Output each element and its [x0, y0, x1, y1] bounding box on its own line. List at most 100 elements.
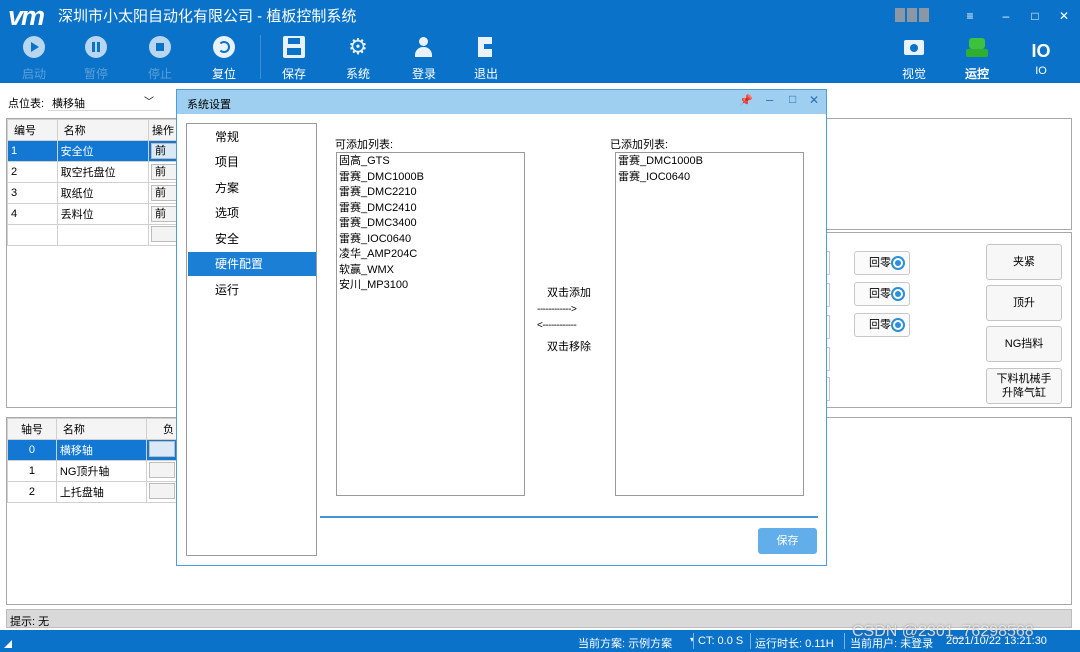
- content-divider: [320, 516, 818, 518]
- exit-button[interactable]: 退出: [462, 35, 510, 81]
- list-item[interactable]: 雷赛_DMC2410: [339, 201, 522, 217]
- clamp-button[interactable]: 夹紧: [986, 244, 1062, 280]
- minimize-icon[interactable]: –: [766, 92, 773, 107]
- move-button[interactable]: 前: [151, 164, 177, 180]
- login-button[interactable]: 登录: [400, 35, 448, 81]
- nav-general[interactable]: 常规: [188, 125, 316, 149]
- pin-icon[interactable]: 📌: [739, 94, 753, 107]
- available-list[interactable]: 固高_GTS 雷赛_DMC1000B 雷赛_DMC2210 雷赛_DMC2410…: [336, 152, 525, 496]
- table-row[interactable]: 2 上托盘轴: [7, 481, 178, 503]
- list-item[interactable]: 雷赛_IOC0640: [618, 170, 801, 186]
- jog-negative-button[interactable]: [149, 461, 175, 478]
- row-name: NG顶升轴: [55, 460, 148, 482]
- maximize-button[interactable]: □: [1025, 8, 1045, 24]
- jog-negative-button[interactable]: [149, 482, 175, 499]
- nav-scheme[interactable]: 方案: [188, 176, 316, 200]
- dialog-title: 系统设置: [187, 99, 231, 111]
- move-button[interactable]: 前: [151, 185, 177, 201]
- camera-icon: [903, 36, 925, 58]
- row-name: 安全位: [56, 140, 150, 162]
- window-thumbnails-icon[interactable]: [895, 8, 931, 22]
- divider: [750, 633, 751, 649]
- row-id: 2: [7, 161, 58, 183]
- vision-button[interactable]: 视觉: [890, 35, 938, 81]
- row-id: 4: [7, 203, 58, 225]
- start-button[interactable]: 启动: [10, 35, 58, 81]
- pause-label: 暂停: [83, 67, 108, 81]
- user-lock-icon: [413, 36, 435, 58]
- home-label: 回零: [869, 257, 891, 269]
- nav-runtime[interactable]: 运行: [188, 278, 316, 302]
- dialog-save-button[interactable]: 保存: [758, 528, 817, 554]
- move-button[interactable]: 前: [151, 143, 177, 159]
- list-item[interactable]: 软赢_WMX: [339, 263, 522, 279]
- reset-button[interactable]: 复位: [200, 35, 248, 81]
- list-item[interactable]: 雷赛_DMC2210: [339, 185, 522, 201]
- move-button[interactable]: [151, 225, 177, 242]
- list-item[interactable]: 雷赛_IOC0640: [339, 232, 522, 248]
- divider: [844, 633, 845, 649]
- menu-icon[interactable]: ≡: [960, 8, 980, 24]
- nav-hardware-config[interactable]: 硬件配置: [188, 252, 316, 276]
- io-button[interactable]: IO IO: [1017, 35, 1065, 81]
- save-button[interactable]: 保存: [270, 35, 318, 81]
- table-row[interactable]: 4 丢料位 前: [7, 203, 178, 225]
- runtime: 运行时长: 0.11H: [755, 638, 834, 650]
- system-label: 系统: [345, 67, 370, 81]
- row-name: 取空托盘位: [56, 161, 150, 183]
- column-header: 编号: [7, 119, 58, 141]
- list-item[interactable]: 凌华_AMP204C: [339, 247, 522, 263]
- save-icon: [283, 36, 305, 58]
- table-row-empty[interactable]: [7, 224, 178, 246]
- save-label: 保存: [281, 67, 306, 81]
- table-row[interactable]: 3 取纸位 前: [7, 182, 178, 204]
- jog-negative-button[interactable]: [149, 440, 175, 457]
- home-button-2[interactable]: 回零: [854, 282, 910, 306]
- unload-robot-cylinder-button[interactable]: 下料机械手 升降气缸: [986, 368, 1062, 404]
- list-item[interactable]: 雷赛_DMC3400: [339, 216, 522, 232]
- minimize-button[interactable]: –: [996, 8, 1016, 24]
- maximize-icon[interactable]: □: [789, 92, 796, 106]
- added-list[interactable]: 雷赛_DMC1000B 雷赛_IOC0640: [615, 152, 804, 496]
- list-item[interactable]: 安川_MP3100: [339, 278, 522, 294]
- home-button-3[interactable]: 回零: [854, 313, 910, 337]
- table-row[interactable]: 0 横移轴: [7, 439, 178, 461]
- system-settings-dialog: 系统设置 📌 – □ ✕ 常规 项目 方案 选项 安全 硬件配置 运行 可添加列…: [176, 89, 827, 566]
- nav-project[interactable]: 项目: [188, 150, 316, 174]
- add-hint: 双击添加: [547, 287, 591, 299]
- axes-table: 轴号 名称 负 0 横移轴 1 NG顶升轴 2 上托盘轴: [7, 418, 178, 503]
- pause-button[interactable]: 暂停: [72, 35, 120, 81]
- table-row[interactable]: 1 NG顶升轴: [7, 460, 178, 482]
- table-row[interactable]: 1 安全位 前: [7, 140, 178, 162]
- nav-options[interactable]: 选项: [188, 201, 316, 225]
- close-button[interactable]: ✕: [1054, 8, 1074, 24]
- settings-nav: 常规 项目 方案 选项 安全 硬件配置 运行: [186, 123, 317, 556]
- move-button[interactable]: 前: [151, 206, 177, 222]
- reset-icon: [213, 36, 235, 58]
- lift-button[interactable]: 顶升: [986, 285, 1062, 321]
- io-label: IO: [1035, 65, 1047, 77]
- main-toolbar: 启动 暂停 停止 复位 保存 ⚙ 系统 登录 退出 视觉 运控 IO IO: [0, 33, 1080, 83]
- radio-icon: [891, 287, 905, 301]
- close-icon[interactable]: ✕: [809, 93, 819, 107]
- list-item[interactable]: 固高_GTS: [339, 154, 522, 170]
- divider: [693, 633, 694, 649]
- robot-icon: [966, 36, 988, 58]
- scheme-dropdown[interactable]: 当前方案: 示例方案 ▾: [578, 635, 694, 651]
- list-item[interactable]: 雷赛_DMC1000B: [339, 170, 522, 186]
- radio-icon: [891, 256, 905, 270]
- cycle-time: CT: 0.0 S: [698, 635, 744, 647]
- pause-icon: [85, 36, 107, 58]
- home-button-1[interactable]: 回零: [854, 251, 910, 275]
- table-header-row: 轴号 名称 负: [7, 418, 178, 440]
- control-label: 运控: [964, 67, 989, 81]
- nav-security[interactable]: 安全: [188, 227, 316, 251]
- control-button[interactable]: 运控: [953, 35, 1001, 81]
- system-button[interactable]: ⚙ 系统: [334, 35, 382, 82]
- list-item[interactable]: 雷赛_DMC1000B: [618, 154, 801, 170]
- ng-stop-button[interactable]: NG挡料: [986, 326, 1062, 362]
- table-row[interactable]: 2 取空托盘位 前: [7, 161, 178, 183]
- point-selector-dropdown[interactable]: 横移轴 ﹀: [48, 91, 160, 111]
- row-name: 上托盘轴: [55, 481, 148, 503]
- stop-button[interactable]: 停止: [136, 35, 184, 81]
